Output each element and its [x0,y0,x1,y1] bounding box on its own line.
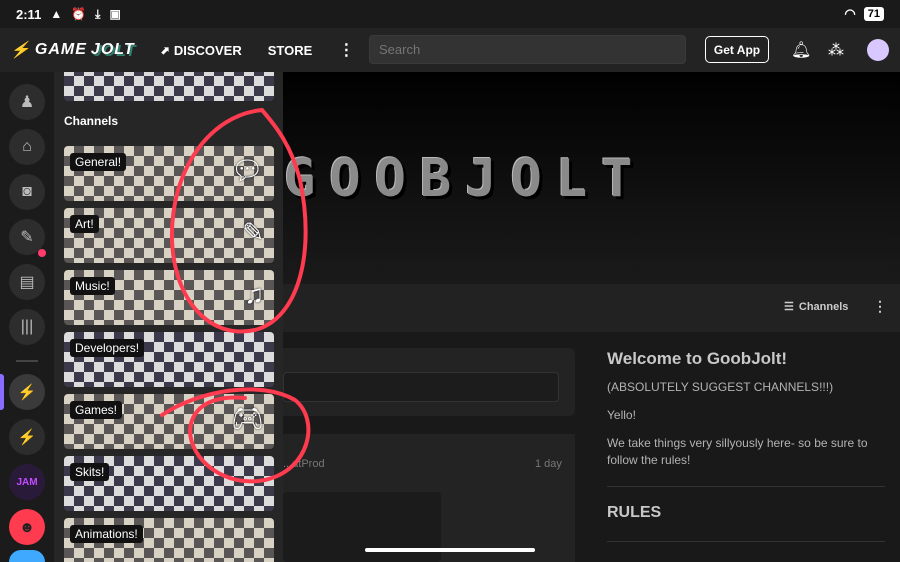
rail-divider [16,360,38,362]
channel-label: Skits! [70,463,110,481]
community-about: Welcome to GoobJolt! (ABSOLUTELY SUGGEST… [607,349,887,467]
status-bar: 2:11 ▲ ⏰ ⤓ ▣ ◠ 71 [0,0,900,28]
chat-bubble-icon: 💬︎ [230,155,264,185]
home-indicator[interactable] [365,548,535,552]
store-link[interactable]: STORE [268,43,313,58]
banner-title: GOOBJOLT [284,149,646,209]
banner-title-text: GOOBJOLT [284,149,647,209]
gamepad-icon: 🎮︎ [230,403,264,433]
about-line-3: We take things very sillyously here- so … [607,436,868,467]
get-app-button[interactable]: Get App [705,36,769,63]
wifi-icon: ◠ [844,6,856,21]
about-line-1: (ABSOLUTELY SUGGEST CHANNELS!!!) [607,380,834,394]
discover-icon: ⬈ [160,44,170,57]
library-icon[interactable]: ||| [9,309,45,345]
channels-toggle-label: Channels [798,300,849,313]
top-navigation: ⚡ GAME JOLT ⬈ DISCOVER STORE ⋮ Get App 🔔… [0,28,900,72]
channel-music[interactable]: Music! ♫ [64,270,274,325]
channel-art[interactable]: Art! ✎ [64,208,274,263]
rules-heading: RULES [607,504,662,521]
gamejolt-logo[interactable]: ⚡ GAME JOLT [10,40,135,60]
left-rail: ♟ ⌂ ◙ ✎ ▤ ||| ⚡ ⚡ JAM ☻ [0,72,54,562]
list-icon: ☰ [784,301,794,313]
bolt-icon: ⚡ [10,42,31,59]
download-icon: ⤓ [95,6,101,21]
clock: 2:11 [16,6,42,22]
message-icon: ▣ [109,7,121,21]
store-label: STORE [267,42,313,58]
activity-icon[interactable]: ♟ [9,84,45,120]
community-creature-icon[interactable]: ☻ [9,509,45,545]
chat-icon[interactable]: ▤ [9,264,45,300]
channel-games[interactable]: Games! 🎮︎ [64,394,274,449]
channel-general[interactable]: General! 💬︎ [64,146,274,201]
user-avatar[interactable] [867,39,889,61]
discover-label: DISCOVER [173,42,242,58]
community-partial-icon[interactable] [9,550,45,562]
bell-icon[interactable]: 🔔︎ [791,40,811,60]
post-composer-input[interactable] [283,372,559,402]
channel-skits[interactable]: Skits! [64,456,274,511]
paintbrush-icon: ✎ [242,217,264,247]
channel-label: Games! [70,401,123,419]
post-composer-card [283,348,575,416]
discover-link[interactable]: ⬈ DISCOVER [161,43,242,58]
feed-post-card[interactable]: ...atProd 1 day [283,434,575,562]
logo-jolt-text: JOLT [90,41,135,58]
channel-label: General! [70,153,127,171]
more-menu-button[interactable]: ⋮ [338,40,354,60]
divider [607,486,885,487]
channel-animations[interactable]: Animations! [64,518,274,562]
search-input[interactable] [369,35,686,64]
logo-game-text: GAME [34,41,87,58]
community-bolt-icon[interactable]: ⚡ [9,419,45,455]
channel-label: Art! [70,215,99,233]
channel-label: Developers! [70,339,145,357]
backpack-icon[interactable]: ◙ [9,174,45,210]
post-age: 1 day [535,458,562,470]
channels-heading: Channels [64,114,119,128]
friends-icon[interactable]: ⁂ [828,40,844,60]
notification-dot [38,249,46,257]
welcome-title: Welcome to GoobJolt! [607,349,788,368]
music-note-icon: ♫ [244,279,265,309]
active-indicator [0,374,4,410]
divider [607,541,885,542]
channels-drawer: Channels General! 💬︎ Art! ✎ Music! ♫ Dev… [54,72,283,562]
channel-label: Music! [70,277,115,295]
community-more-button[interactable]: ⋮ [873,298,887,315]
channel-card-top-partial[interactable] [64,72,274,101]
notification-icon: ▲ [50,7,63,21]
community-jam-icon[interactable]: JAM [9,464,45,500]
post-author[interactable]: ...atProd [283,458,325,470]
about-line-2: Yello! [607,408,636,422]
channel-label: Animations! [70,525,143,543]
battery-indicator: 71 [863,7,884,21]
alarm-icon: ⏰ [71,7,87,21]
store-icon[interactable]: ⌂ [9,129,45,165]
channel-developers[interactable]: Developers! [64,332,274,387]
community-goobjolt-icon[interactable]: ⚡ [9,374,45,410]
channels-toggle-button[interactable]: ☰ Channels [784,300,849,314]
